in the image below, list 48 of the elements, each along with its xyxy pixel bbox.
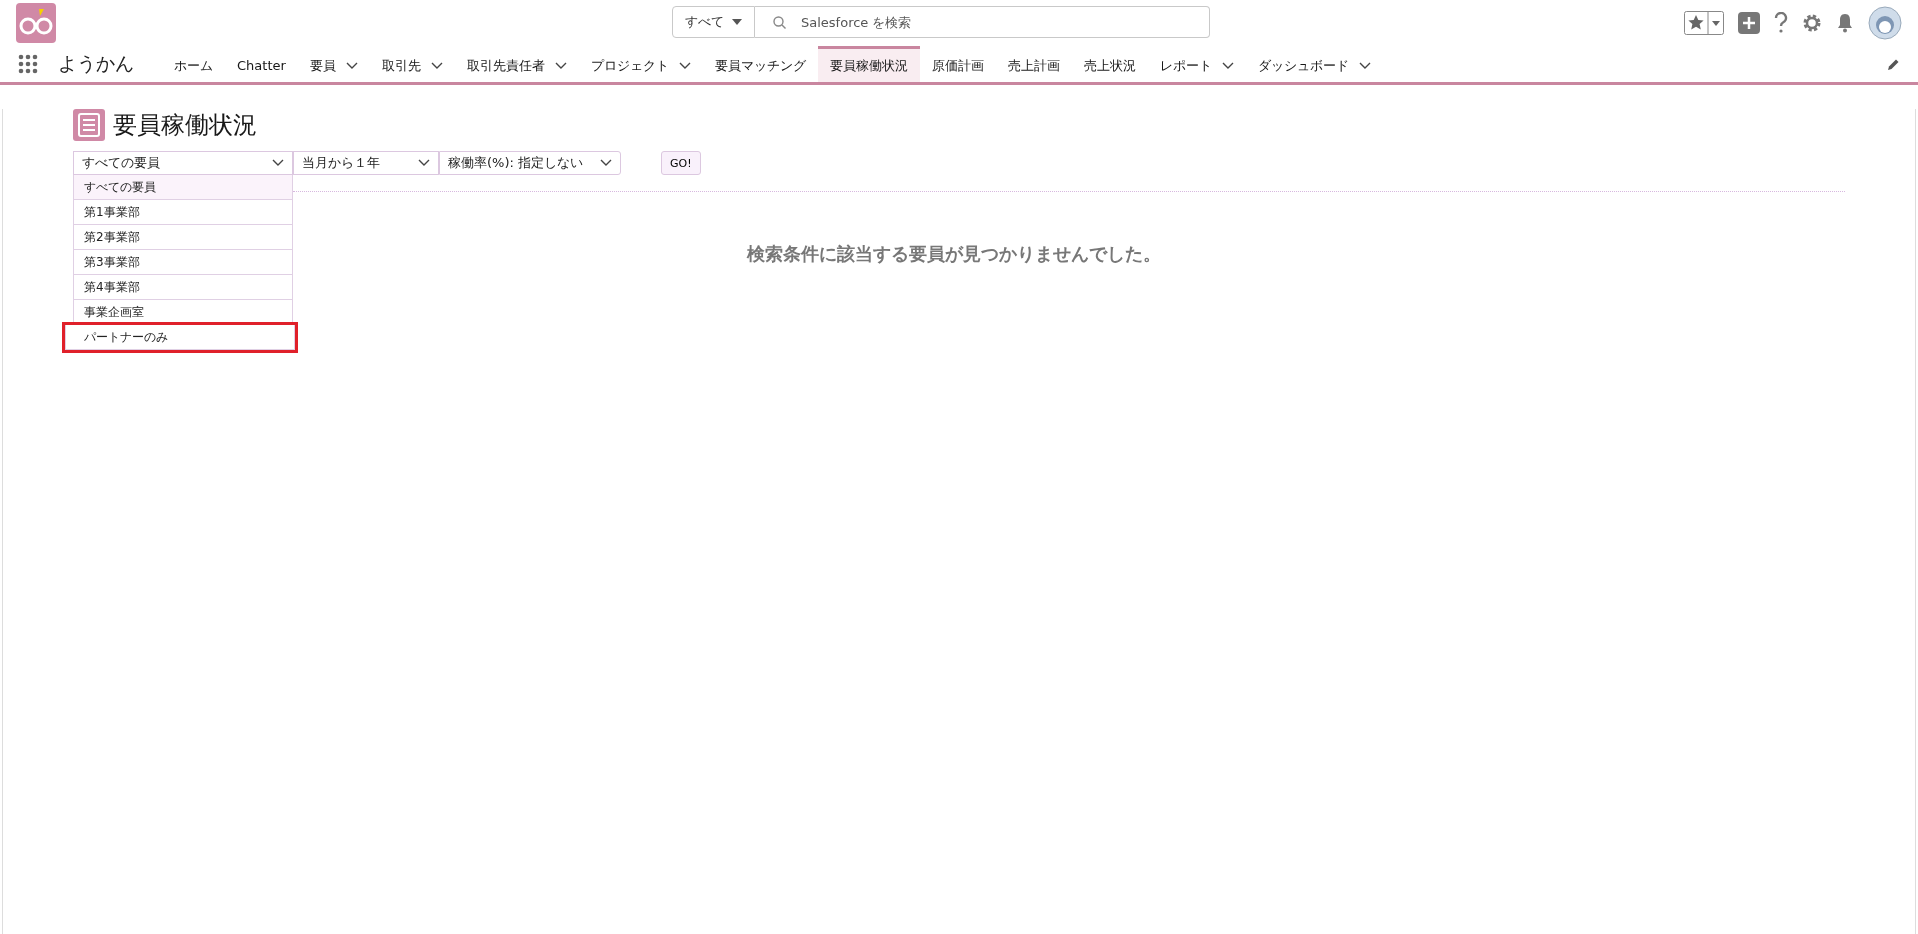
chevron-down-icon[interactable] bbox=[1221, 61, 1234, 70]
chevron-down-icon[interactable] bbox=[345, 61, 358, 70]
nav-tab[interactable]: ホーム bbox=[162, 46, 225, 82]
edit-pencil-icon[interactable] bbox=[1887, 57, 1900, 71]
avatar-icon[interactable] bbox=[1868, 6, 1902, 40]
dropdown-option[interactable]: 第3事業部 bbox=[73, 250, 293, 275]
nav-tab[interactable]: 取引先責任者 bbox=[454, 46, 579, 82]
chevron-down-icon[interactable] bbox=[1358, 61, 1371, 70]
nav-tab[interactable]: プロジェクト bbox=[578, 46, 703, 82]
filter-dropdown[interactable]: 稼働率(%): 指定しない bbox=[439, 151, 621, 175]
filter-dropdown[interactable]: すべての要員 bbox=[73, 151, 293, 175]
empty-result-message: 検索条件に該当する要員が見つかりませんでした。 bbox=[747, 242, 1161, 266]
app-name: ようかん bbox=[58, 51, 134, 76]
dropdown-option[interactable]: 第2事業部 bbox=[73, 225, 293, 250]
app-launcher-icon[interactable] bbox=[18, 54, 38, 74]
settings-icon[interactable] bbox=[1802, 13, 1822, 33]
help-icon[interactable] bbox=[1774, 12, 1788, 34]
notification-bell-icon[interactable] bbox=[1836, 13, 1854, 33]
nav-tab[interactable]: ダッシュボード bbox=[1245, 46, 1383, 82]
dropdown-option[interactable]: 第4事業部 bbox=[73, 275, 293, 300]
search-field[interactable]: Salesforce を検索 bbox=[755, 6, 1210, 38]
chevron-down-icon bbox=[272, 159, 284, 167]
filter-dropdown[interactable]: 当月から１年 bbox=[293, 151, 439, 175]
page-list-icon bbox=[73, 109, 105, 141]
dropdown-option[interactable]: すべての要員 bbox=[73, 175, 293, 200]
nav-tab[interactable]: 取引先 bbox=[369, 46, 455, 82]
page-title: 要員稼働状況 bbox=[113, 110, 257, 141]
app-logo[interactable] bbox=[16, 3, 56, 43]
chevron-down-icon[interactable] bbox=[678, 61, 691, 70]
dropdown-option[interactable]: 第1事業部 bbox=[73, 200, 293, 225]
nav-tab[interactable]: 原価計画 bbox=[919, 46, 996, 82]
caret-icon bbox=[732, 19, 742, 25]
nav-tab[interactable]: 要員 bbox=[297, 46, 370, 82]
chevron-down-icon bbox=[600, 159, 612, 167]
go-button[interactable]: GO! bbox=[661, 151, 701, 175]
search-icon bbox=[773, 16, 786, 29]
search-scope-dropdown[interactable]: すべて bbox=[672, 6, 755, 38]
chevron-down-icon bbox=[418, 159, 430, 167]
nav-tab[interactable]: 売上状況 bbox=[1071, 46, 1148, 82]
nav-tab[interactable]: レポート bbox=[1147, 46, 1246, 82]
nav-tab[interactable]: Chatter bbox=[225, 46, 298, 82]
dropdown-option[interactable]: パートナーのみ bbox=[65, 325, 295, 350]
plus-icon[interactable] bbox=[1738, 12, 1760, 34]
chevron-down-icon[interactable] bbox=[554, 61, 567, 70]
nav-tab[interactable]: 要員稼働状況 bbox=[817, 46, 920, 82]
nav-tab[interactable]: 要員マッチング bbox=[702, 46, 818, 82]
chevron-down-icon[interactable] bbox=[430, 61, 443, 70]
nav-tab[interactable]: 売上計画 bbox=[995, 46, 1072, 82]
